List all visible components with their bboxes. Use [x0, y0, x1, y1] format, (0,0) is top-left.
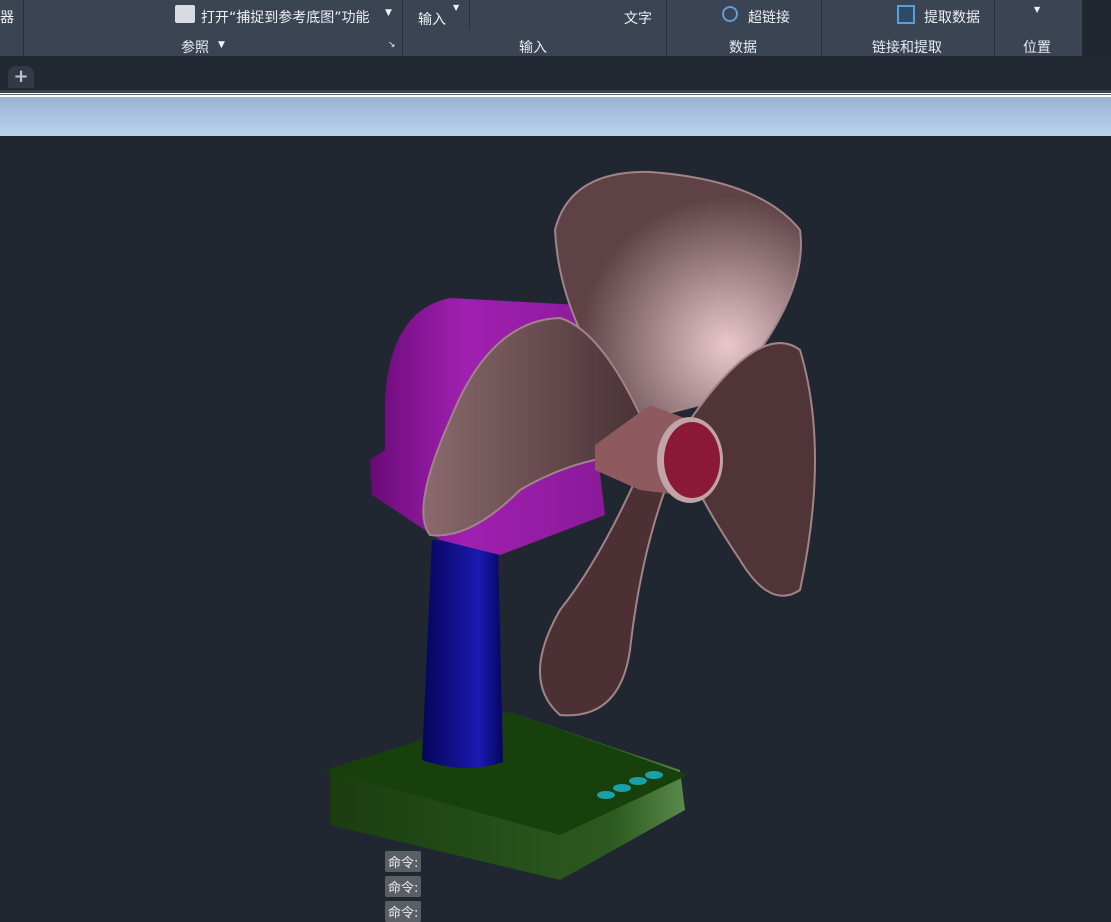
- data-panel-label: 数据: [729, 40, 757, 56]
- fan-stand: [422, 540, 503, 769]
- location-panel-label: 位置: [1023, 40, 1051, 56]
- snap-underlay-button[interactable]: 打开“捕捉到参考底图”功能: [201, 7, 370, 27]
- extract-data-icon: [897, 5, 915, 24]
- ribbon-left-label: 器: [0, 10, 14, 26]
- link-extract-panel-label: 链接和提取: [872, 40, 942, 56]
- merge-text-button[interactable]: 文字: [624, 8, 652, 28]
- chevron-down-icon[interactable]: ▼: [218, 40, 225, 50]
- fan-base: [325, 712, 688, 880]
- pdf-import-button[interactable]: 输入: [418, 9, 446, 29]
- hub-cap-center: [664, 422, 720, 498]
- dropdown-arrow-icon[interactable]: ▼: [1034, 5, 1040, 14]
- snap-underlay-icon: [175, 5, 195, 23]
- command-history-line: 命令:: [385, 851, 422, 872]
- command-history-line: 命令:: [385, 876, 422, 897]
- new-tab-button[interactable]: +: [8, 66, 34, 88]
- viewport-sky-gradient: [0, 100, 1111, 136]
- command-line-input[interactable]: 命令:: [385, 901, 422, 922]
- input-panel-label: 输入: [519, 40, 547, 56]
- globe-icon: [722, 6, 738, 22]
- panel-launcher-icon[interactable]: ↘: [388, 40, 396, 50]
- dropdown-arrow-icon[interactable]: ▼: [385, 8, 392, 18]
- extract-data-button[interactable]: 提取数据: [924, 7, 980, 27]
- hyperlink-button[interactable]: 超链接: [748, 7, 790, 27]
- drawing-viewport[interactable]: [0, 136, 1111, 922]
- viewport-border: [0, 90, 1111, 100]
- file-tab-bar: [0, 56, 1111, 92]
- dropdown-arrow-icon[interactable]: ▼: [453, 3, 459, 12]
- reference-panel-label[interactable]: 参照: [181, 37, 209, 57]
- ribbon: 器 打开“捕捉到参考底图”功能 ▼ 参照 ▼ ↘ 输入 ▼ 文字 输入 超链接 …: [0, 0, 1082, 56]
